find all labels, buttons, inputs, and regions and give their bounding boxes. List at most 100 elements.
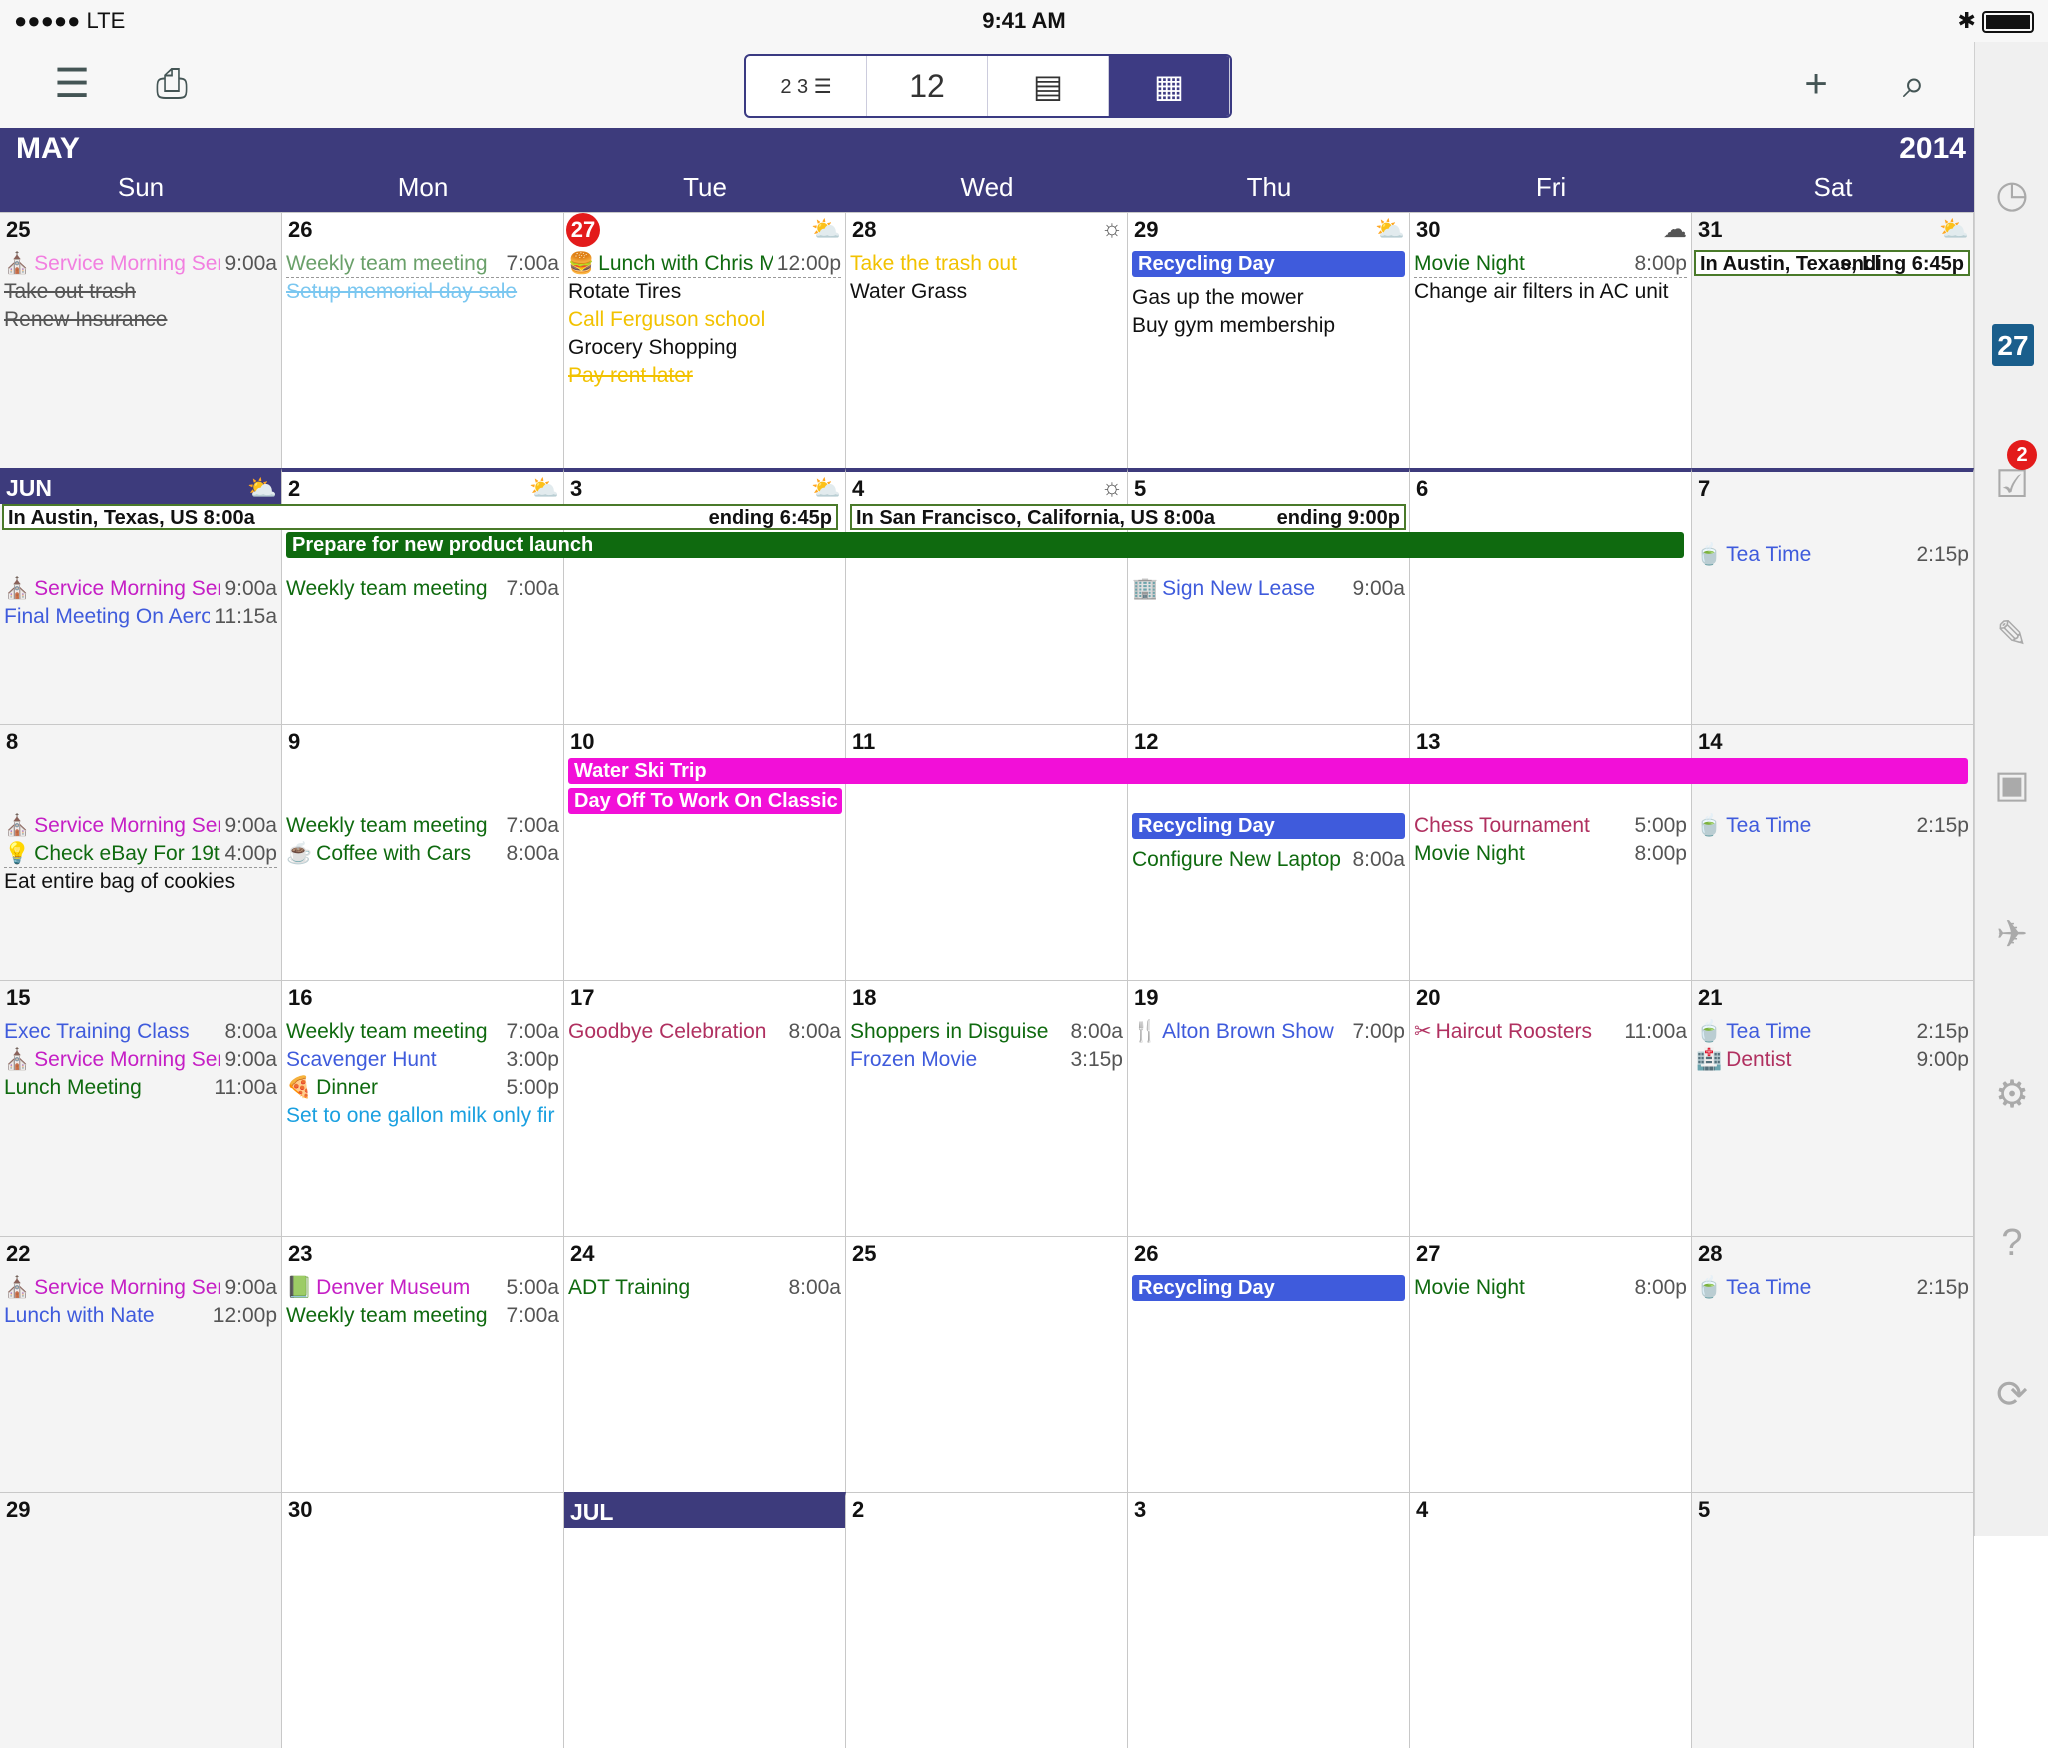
print-icon[interactable]: ⎙ xyxy=(140,54,204,114)
event-item[interactable]: Configure New Laptop 8:00a xyxy=(1132,847,1405,873)
event-item[interactable]: Water Grass xyxy=(850,279,1123,305)
settings-icon[interactable]: ⚙ xyxy=(1975,1072,2048,1117)
event-item[interactable]: 🍵Tea Time 2:15p xyxy=(1696,813,1969,839)
event-item[interactable]: 📗 Denver Museum 5:00a xyxy=(286,1275,559,1301)
day-cell[interactable]: 8 ⛪ Service Morning Ser 9:00a 💡 Check eBay Fo… xyxy=(0,724,282,980)
event-item[interactable]: Take the trash out xyxy=(850,251,1123,277)
multi-day-event[interactable]: In San Francisco, California, US 8:00a en… xyxy=(850,504,1406,530)
event-item[interactable]: 🍵Tea Time 2:15p xyxy=(1696,1275,1969,1301)
day-cell[interactable]: 26 Recycling Day xyxy=(1128,1236,1410,1492)
add-icon[interactable]: + xyxy=(1784,54,1848,114)
week-view-button[interactable]: ▤ xyxy=(988,56,1109,116)
event-item[interactable]: 🍴 Alton Brown Show 7:00p xyxy=(1132,1019,1405,1045)
day-cell[interactable]: 15 Exec Training Class 8:00a ⛪ Service Morni… xyxy=(0,980,282,1236)
day-cell[interactable]: 19 🍴 Alton Brown Show 7:00p xyxy=(1128,980,1410,1236)
day-cell[interactable]: 26 Weekly team meeting 7:00a Setup memorial… xyxy=(282,212,564,468)
event-item[interactable]: Grocery Shopping xyxy=(568,335,841,361)
day-view-button[interactable]: 12 xyxy=(867,56,988,116)
day-cell[interactable]: 28 ☼ Take the trash out Water Grass xyxy=(846,212,1128,468)
day-cell[interactable]: 2 xyxy=(846,1492,1128,1748)
event-item[interactable]: Buy gym membership xyxy=(1132,313,1405,339)
event-item[interactable]: 🏥 Dentist 9:00p xyxy=(1696,1047,1969,1073)
event-item[interactable]: Chess Tournament 5:00p xyxy=(1414,813,1687,839)
calendar-icon[interactable]: 27 xyxy=(1992,324,2034,366)
travel-icon[interactable]: ✈ xyxy=(1975,912,2048,957)
menu-icon[interactable]: ☰ xyxy=(40,54,104,114)
day-cell[interactable]: 9 Weekly team meeting 7:00a ☕ Coffee with Ca… xyxy=(282,724,564,980)
event-item[interactable]: Rotate Tires xyxy=(568,279,841,305)
day-cell[interactable]: 5 xyxy=(1692,1492,1974,1748)
day-cell[interactable]: 25 ⛪ Service Morning Ser 9:00a Take out tras… xyxy=(0,212,282,468)
contacts-icon[interactable]: ▣ xyxy=(1975,762,2048,807)
multi-day-event[interactable]: In Austin, Texas, Ll ending 6:45p xyxy=(1694,250,1970,276)
event-item[interactable]: Pay rent later xyxy=(568,363,841,389)
search-icon[interactable]: ⌕ xyxy=(1882,54,1946,114)
event-item[interactable]: ADT Training 8:00a xyxy=(568,1275,841,1301)
event-item[interactable]: 🍵Tea Time 2:15p xyxy=(1696,542,1969,568)
event-item[interactable]: Renew Insurance xyxy=(4,307,277,333)
notes-icon[interactable]: ✎ xyxy=(1975,612,2048,657)
day-cell[interactable]: 22 ⛪ Service Morning Ser 9:00a Lunch with Na… xyxy=(0,1236,282,1492)
event-item[interactable]: ☕ Coffee with Cars 8:00a xyxy=(286,841,559,867)
event-item[interactable]: ⛪ Service Morning Ser 9:00a xyxy=(4,251,277,277)
event-item[interactable]: Scavenger Hunt 3:00p xyxy=(286,1047,559,1073)
event-item[interactable]: Goodbye Celebration 8:00a xyxy=(568,1019,841,1045)
all-day-bar[interactable]: Recycling Day xyxy=(1132,1275,1405,1301)
event-item[interactable]: Lunch Meeting 11:00a xyxy=(4,1075,277,1101)
all-day-bar[interactable]: Recycling Day xyxy=(1132,251,1405,277)
event-item[interactable]: Final Meeting On Aerosp 11:15a xyxy=(4,604,277,630)
multi-day-event[interactable]: In Austin, Texas, US 8:00a ending 6:45p xyxy=(2,504,838,530)
day-cell[interactable]: 24 ADT Training 8:00a xyxy=(564,1236,846,1492)
day-cell[interactable]: 20 ✂ Haircut Roosters 11:00a xyxy=(1410,980,1692,1236)
event-item[interactable]: Setup memorial day sale xyxy=(286,279,559,305)
event-item[interactable]: Weekly team meeting 7:00a xyxy=(286,1019,559,1045)
event-item[interactable]: 🍕 Dinner 5:00p xyxy=(286,1075,559,1101)
event-item[interactable]: Call Ferguson school xyxy=(568,307,841,333)
event-item[interactable]: Weekly team meeting 7:00a xyxy=(286,251,559,278)
day-cell[interactable]: 30 xyxy=(282,1492,564,1748)
day-cell[interactable]: 28 🍵 Tea Time 2:15p xyxy=(1692,1236,1974,1492)
multi-day-event[interactable]: Water Ski Trip xyxy=(568,758,1968,784)
help-icon[interactable]: ? xyxy=(1975,1222,2048,1265)
event-item[interactable]: 💡 Check eBay For 19th 4:00p xyxy=(4,841,277,868)
event-item[interactable]: Take out trash xyxy=(4,279,277,305)
clock-icon[interactable]: ◷ xyxy=(1975,172,2048,217)
event-item[interactable]: 🏢 Sign New Lease 9:00a xyxy=(1132,576,1405,602)
event-item[interactable]: Movie Night 8:00p xyxy=(1414,251,1687,278)
event-item[interactable]: Exec Training Class 8:00a xyxy=(4,1019,277,1045)
day-cell[interactable]: 3 xyxy=(1128,1492,1410,1748)
day-cell[interactable]: 29 ⛅ Recycling Day Gas up the mower Buy gym … xyxy=(1128,212,1410,468)
day-cell[interactable]: 27 ⛅ 🍔 Lunch with Chris M 12:00p Rotate Tires… xyxy=(564,212,846,468)
sync-icon[interactable]: ⟳ xyxy=(1975,1372,2048,1417)
day-cell[interactable]: 27 Movie Night 8:00p xyxy=(1410,1236,1692,1492)
tasks-icon[interactable]: ☑ xyxy=(1975,462,2048,507)
month-view-button[interactable]: ▦ xyxy=(1109,56,1230,116)
event-item[interactable]: Movie Night 8:00p xyxy=(1414,1275,1687,1301)
list-view-button[interactable]: 2 3 ☰ xyxy=(746,56,867,116)
day-cell[interactable]: 23 📗 Denver Museum 5:00a Weekly team meeting… xyxy=(282,1236,564,1492)
multi-day-event[interactable]: Day Off To Work On Classic Car xyxy=(568,788,842,814)
day-cell[interactable]: 17 Goodbye Celebration 8:00a xyxy=(564,980,846,1236)
day-cell[interactable]: 30 ☁ Movie Night 8:00p Change air filters in… xyxy=(1410,212,1692,468)
event-item[interactable]: ⛪ Service Morning Ser 9:00a xyxy=(4,1275,277,1301)
day-cell[interactable]: 7 🍵 Tea Time 2:15p xyxy=(1692,468,1974,724)
event-item[interactable]: 🍔 Lunch with Chris M 12:00p xyxy=(568,251,841,278)
day-cell[interactable]: 29 xyxy=(0,1492,282,1748)
day-cell[interactable]: 16 Weekly team meeting 7:00a Scavenger Hunt… xyxy=(282,980,564,1236)
event-item[interactable]: Weekly team meeting 7:00a xyxy=(286,1303,559,1329)
event-item[interactable]: Shoppers in Disguise 8:00a xyxy=(850,1019,1123,1045)
day-cell[interactable]: 21 🍵 Tea Time 2:15p 🏥 Dentist 9:00p xyxy=(1692,980,1974,1236)
event-item[interactable]: ⛪ Service Morning Ser 9:00a xyxy=(4,1047,277,1073)
day-cell[interactable]: JUL xyxy=(564,1492,846,1748)
all-day-bar[interactable]: Recycling Day xyxy=(1132,813,1405,839)
event-item[interactable]: Gas up the mower xyxy=(1132,285,1405,311)
event-item[interactable]: Eat entire bag of cookies xyxy=(4,869,277,895)
event-item[interactable]: Weekly team meeting 7:00a xyxy=(286,576,559,602)
event-item[interactable]: ✂ Haircut Roosters 11:00a xyxy=(1414,1019,1687,1045)
day-cell[interactable]: 25 xyxy=(846,1236,1128,1492)
event-item[interactable]: ⛪ Service Morning Ser 9:00a xyxy=(4,813,277,839)
event-item[interactable]: Lunch with Nate 12:00p xyxy=(4,1303,277,1329)
event-item[interactable]: Set to one gallon milk only fir next xyxy=(286,1103,559,1129)
event-item[interactable]: Weekly team meeting 7:00a xyxy=(286,813,559,839)
day-cell[interactable]: 18 Shoppers in Disguise 8:00a Frozen Movie 3… xyxy=(846,980,1128,1236)
